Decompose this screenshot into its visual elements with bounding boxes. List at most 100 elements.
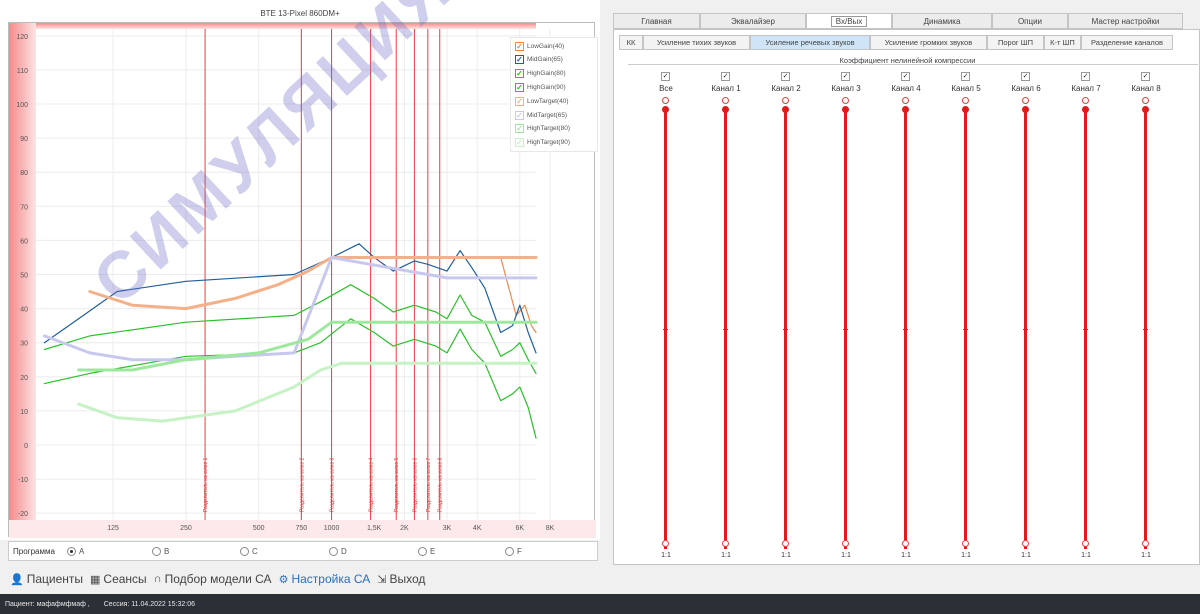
- decrease-knob-icon[interactable]: [842, 540, 849, 547]
- legend-item[interactable]: ✓ HighTarget(90): [515, 137, 570, 149]
- tab-4[interactable]: Опции: [992, 13, 1068, 29]
- increase-knob-icon[interactable]: [902, 97, 909, 104]
- legend-item[interactable]: ✓ HighGain(80): [515, 68, 566, 80]
- subtab-1[interactable]: Усиление тихих звуков: [643, 35, 750, 50]
- crossover-label: Разделитель каналов 4: [369, 458, 375, 512]
- program-option-b[interactable]: B: [152, 547, 169, 556]
- nav-sessions-label: Сеансы: [103, 572, 147, 586]
- legend-checkbox-icon[interactable]: ✓: [515, 41, 524, 51]
- legend-checkbox-icon[interactable]: ✓: [515, 124, 524, 134]
- decrease-knob-icon[interactable]: [962, 540, 969, 547]
- decrease-knob-icon[interactable]: [722, 540, 729, 547]
- channel-label: Канал 1: [711, 84, 741, 93]
- decrease-knob-icon[interactable]: [1142, 540, 1149, 547]
- legend-checkbox-icon[interactable]: ✓: [515, 110, 524, 120]
- radio-icon[interactable]: [240, 547, 249, 556]
- channel-checkbox[interactable]: ✓: [721, 72, 730, 81]
- increase-knob-icon[interactable]: [1142, 97, 1149, 104]
- subtab-0[interactable]: КК: [619, 35, 643, 50]
- tab-2[interactable]: Вх/Вых: [806, 13, 892, 29]
- program-option-e[interactable]: E: [418, 547, 435, 556]
- y-tick-label: 50: [20, 273, 28, 280]
- legend-item[interactable]: ✓ MidTarget(65): [515, 109, 567, 121]
- channel-label: Канал 6: [1011, 84, 1041, 93]
- channel-label: Канал 3: [831, 84, 861, 93]
- tab-label: Мастер настройки: [1091, 16, 1160, 26]
- increase-knob-icon[interactable]: [782, 97, 789, 104]
- legend-item[interactable]: ✓ LowTarget(40): [515, 95, 569, 107]
- decrease-knob-icon[interactable]: [902, 540, 909, 547]
- channel-checkbox[interactable]: ✓: [961, 72, 970, 81]
- subtab-3[interactable]: Усиление громких звуков: [870, 35, 987, 50]
- program-option-a[interactable]: A: [67, 547, 84, 556]
- nav-model-select-label: Подбор модели СА: [164, 572, 272, 586]
- radio-icon[interactable]: [329, 547, 338, 556]
- decrease-knob-icon[interactable]: [662, 540, 669, 547]
- chart-legend: ✓ LowGain(40) ✓ MidGain(65) ✓ HighGain(80) ✓ Hi…: [510, 37, 598, 152]
- increase-knob-icon[interactable]: [722, 97, 729, 104]
- legend-checkbox-icon[interactable]: ✓: [515, 82, 524, 92]
- nav-patients-label: Пациенты: [26, 572, 83, 586]
- compression-ratio: 1:1: [1081, 552, 1091, 559]
- subtab-2[interactable]: Усиление речевых звуков: [750, 35, 870, 50]
- increase-knob-icon[interactable]: [1082, 97, 1089, 104]
- nav-exit[interactable]: ⇲ Выход: [377, 572, 425, 586]
- channel-checkbox[interactable]: ✓: [781, 72, 790, 81]
- y-tick-label: 90: [20, 136, 28, 143]
- decrease-knob-icon[interactable]: [782, 540, 789, 547]
- tab-5[interactable]: Мастер настройки: [1068, 13, 1183, 29]
- x-tick-label: 125: [107, 525, 119, 532]
- increase-knob-icon[interactable]: [842, 97, 849, 104]
- program-option-label: B: [164, 547, 170, 556]
- compression-ratio: 1:1: [781, 552, 791, 559]
- compression-ratio: 1:1: [1021, 552, 1031, 559]
- nav-model-select[interactable]: ∩ Подбор модели СА: [154, 572, 272, 586]
- program-label: Программа: [13, 546, 55, 556]
- increase-knob-icon[interactable]: [662, 97, 669, 104]
- subtab-6[interactable]: Разделение каналов: [1081, 35, 1173, 50]
- slider-mid-tick: [843, 329, 848, 330]
- tab-3[interactable]: Динамика: [892, 13, 992, 29]
- increase-knob-icon[interactable]: [1022, 97, 1029, 104]
- tab-content: КК Усиление тихих звуков Усиление речевых …: [613, 29, 1200, 565]
- program-option-f[interactable]: F: [505, 547, 522, 556]
- legend-label: HighGain(90): [527, 83, 566, 91]
- radio-icon[interactable]: [418, 547, 427, 556]
- increase-knob-icon[interactable]: [962, 97, 969, 104]
- chart-frame: -20 -10 0 10 20 30 40 50 60 70 80 90 100 110 120 125 250…: [8, 0, 596, 538]
- nav-settings[interactable]: ⚙ Настройка СА: [279, 572, 371, 586]
- legend-checkbox-icon[interactable]: ✓: [515, 96, 524, 106]
- program-option-d[interactable]: D: [329, 547, 347, 556]
- nav-sessions[interactable]: ▦ Сеансы: [90, 572, 147, 586]
- channel-checkbox[interactable]: ✓: [661, 72, 670, 81]
- slider-mid-tick: [723, 329, 728, 330]
- y-tick-label: 10: [20, 409, 28, 416]
- channel-label: Канал 5: [951, 84, 981, 93]
- subtab-5[interactable]: К-т ШП: [1044, 35, 1081, 50]
- legend-item[interactable]: ✓ HighTarget(80): [515, 123, 570, 135]
- radio-icon[interactable]: [505, 547, 514, 556]
- legend-item[interactable]: ✓ MidGain(65): [515, 54, 563, 66]
- legend-item[interactable]: ✓ LowGain(40): [515, 40, 564, 52]
- legend-checkbox-icon[interactable]: ✓: [515, 69, 524, 79]
- decrease-knob-icon[interactable]: [1082, 540, 1089, 547]
- channel-checkbox[interactable]: ✓: [901, 72, 910, 81]
- x-tick-label: 1000: [324, 525, 340, 532]
- subtab-4[interactable]: Порог ШП: [987, 35, 1044, 50]
- tab-1[interactable]: Эквалайзер: [700, 13, 806, 29]
- radio-icon[interactable]: [152, 547, 161, 556]
- decrease-knob-icon[interactable]: [1022, 540, 1029, 547]
- compression-ratio: 1:1: [841, 552, 851, 559]
- nav-patients[interactable]: 👤 Пациенты: [10, 572, 83, 586]
- legend-checkbox-icon[interactable]: ✓: [515, 138, 524, 148]
- channel-checkbox[interactable]: ✓: [1081, 72, 1090, 81]
- radio-icon[interactable]: [67, 547, 76, 556]
- channel-checkbox[interactable]: ✓: [1141, 72, 1150, 81]
- tab-label: Главная: [641, 16, 672, 26]
- tab-0[interactable]: Главная: [613, 13, 700, 29]
- legend-item[interactable]: ✓ HighGain(90): [515, 81, 566, 93]
- legend-checkbox-icon[interactable]: ✓: [515, 55, 524, 65]
- channel-checkbox[interactable]: ✓: [841, 72, 850, 81]
- program-option-c[interactable]: C: [240, 547, 258, 556]
- channel-checkbox[interactable]: ✓: [1021, 72, 1030, 81]
